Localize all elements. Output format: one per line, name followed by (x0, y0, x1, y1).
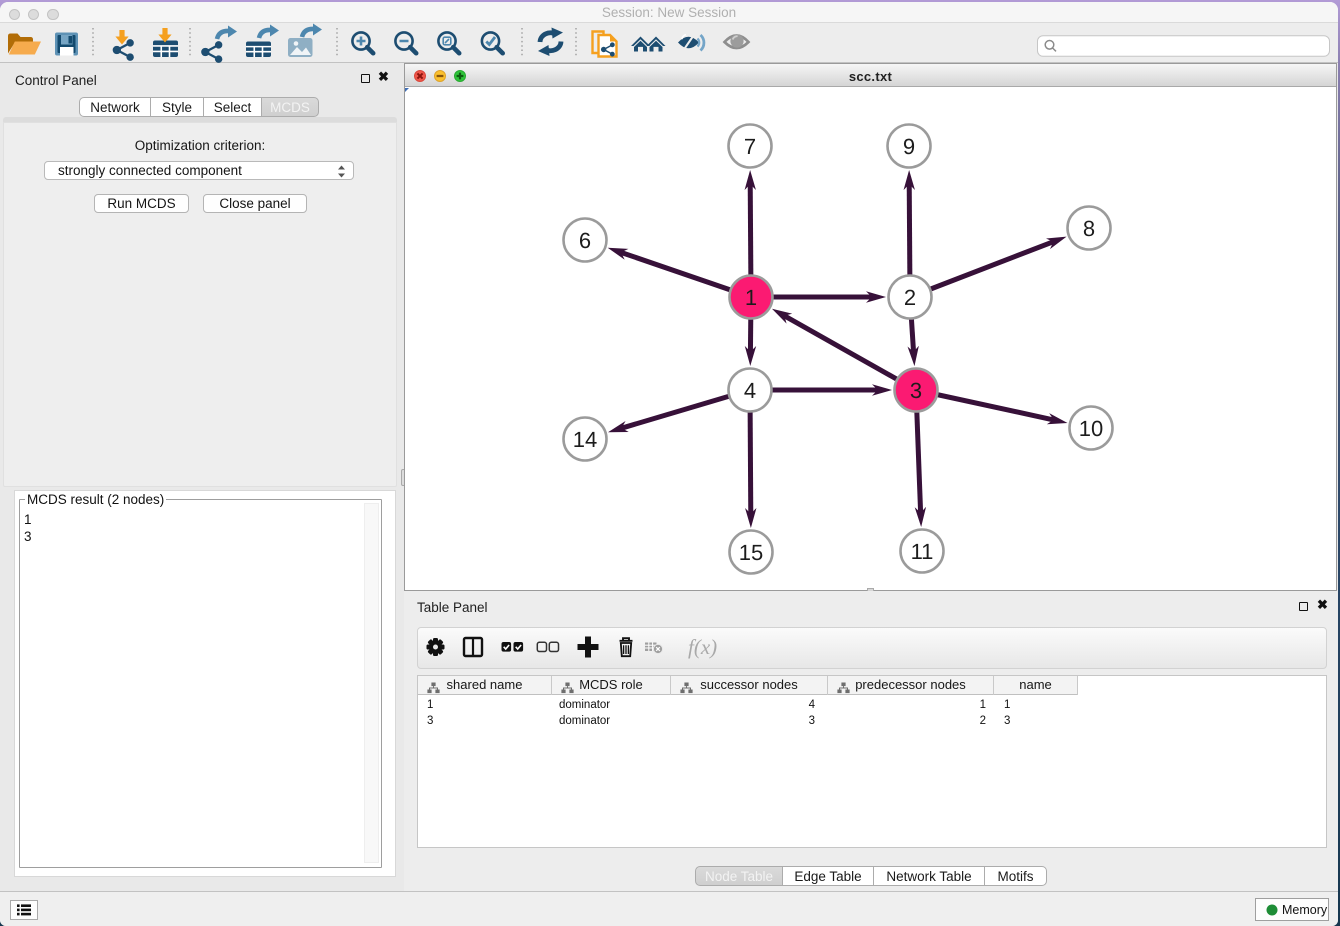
svg-text:14: 14 (573, 427, 597, 452)
svg-text:15: 15 (739, 540, 763, 565)
svg-text:10: 10 (1079, 416, 1103, 441)
svg-text:8: 8 (1083, 216, 1095, 241)
svg-text:11: 11 (911, 539, 934, 564)
svg-text:6: 6 (579, 228, 591, 253)
svg-text:2: 2 (904, 285, 916, 310)
svg-text:7: 7 (744, 134, 756, 159)
svg-text:9: 9 (903, 134, 915, 159)
svg-text:4: 4 (744, 378, 756, 403)
svg-text:1: 1 (745, 285, 757, 310)
svg-text:f(x): f(x) (688, 635, 717, 659)
svg-text:3: 3 (910, 378, 922, 403)
